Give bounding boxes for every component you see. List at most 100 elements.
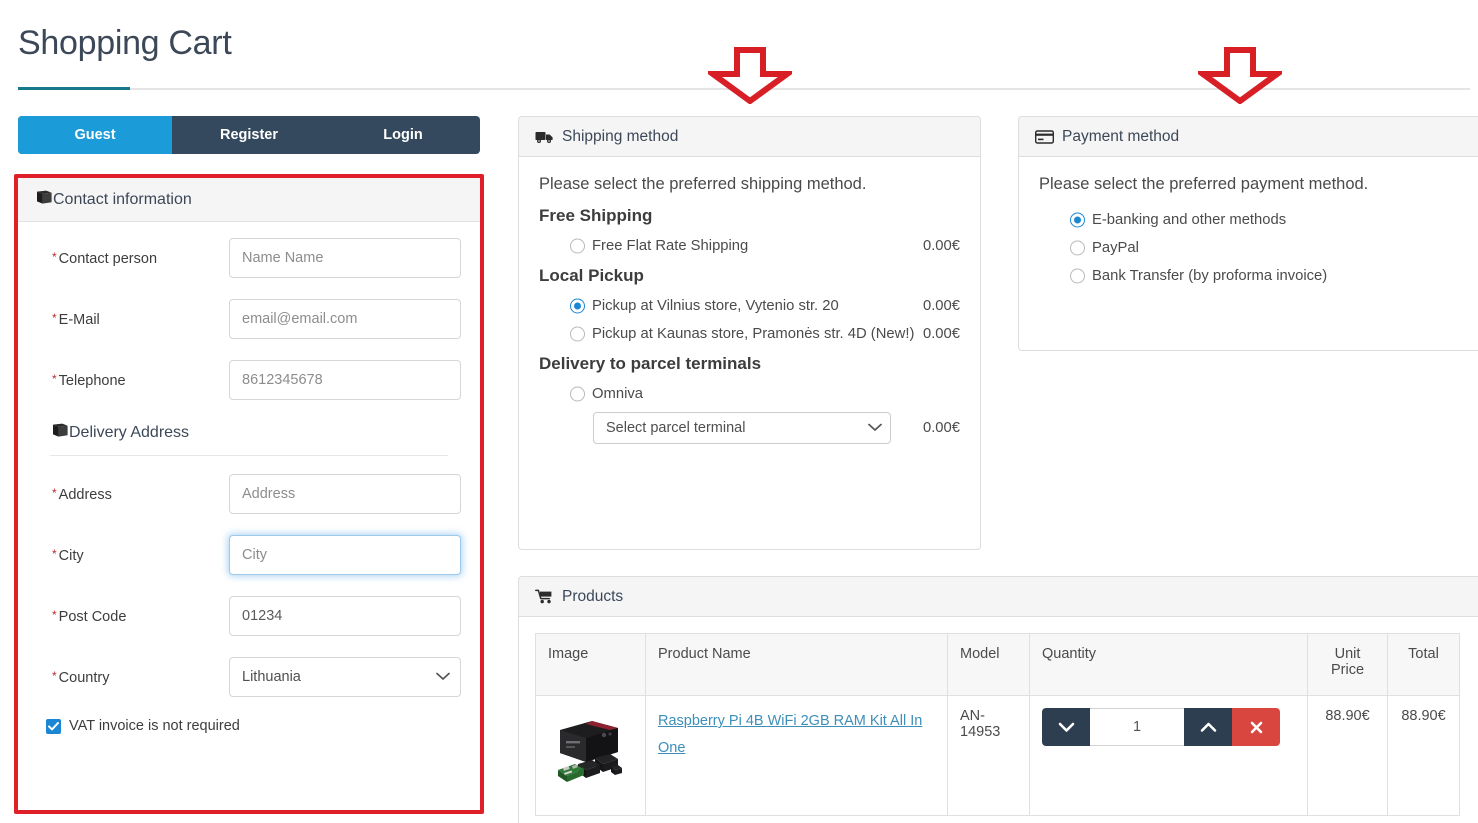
cell-unit-price: 88.90€ <box>1308 696 1388 816</box>
book-icon <box>52 423 69 443</box>
product-thumbnail[interactable] <box>548 708 628 788</box>
telephone-label: *Telephone <box>34 372 229 389</box>
column-header-product-name: Product Name <box>646 634 948 696</box>
radio-icon[interactable] <box>1070 213 1085 228</box>
vat-checkbox[interactable] <box>46 719 61 734</box>
required-marker: * <box>52 608 57 622</box>
contact-person-label: *Contact person <box>34 250 229 267</box>
shopping-cart-page: Shopping Cart Guest Register Login <box>0 0 1478 823</box>
payment-method-title: Payment method <box>1062 128 1179 146</box>
field-row-country: *Country Lithuania <box>34 655 464 699</box>
parcel-terminal-value: Select parcel terminal <box>606 420 745 436</box>
tab-guest-label: Guest <box>74 127 115 143</box>
required-marker: * <box>52 250 57 264</box>
telephone-input[interactable]: 8612345678 <box>229 360 461 400</box>
shipping-option-free-flat-rate[interactable]: Free Flat Rate Shipping 0.00€ <box>537 232 962 260</box>
payment-option-label: PayPal <box>1092 240 1139 256</box>
chevron-down-icon <box>868 420 882 436</box>
truck-icon <box>535 130 554 144</box>
parcel-terminal-row: Select parcel terminal 0.00€ <box>537 412 962 444</box>
cell-product-name: Raspberry Pi 4B WiFi 2GB RAM Kit All In … <box>646 696 948 816</box>
field-row-contact-person: *Contact person Name Name <box>34 236 464 280</box>
parcel-terminal-select[interactable]: Select parcel terminal <box>593 412 891 444</box>
payment-option-bank-transfer[interactable]: Bank Transfer (by proforma invoice) <box>1037 262 1478 290</box>
cell-product-image <box>536 696 646 816</box>
email-input[interactable]: email@email.com <box>229 299 461 339</box>
quantity-increase-button[interactable] <box>1184 708 1232 746</box>
delivery-address-header: Delivery Address <box>34 419 464 443</box>
radio-icon[interactable] <box>1070 241 1085 256</box>
delivery-address-divider <box>50 455 448 456</box>
page-title: Shopping Cart <box>18 22 231 64</box>
tab-guest[interactable]: Guest <box>18 116 172 154</box>
field-row-email: *E-Mail email@email.com <box>34 297 464 341</box>
email-value: email@email.com <box>242 311 357 327</box>
payment-method-body: Please select the preferred payment meth… <box>1019 157 1478 306</box>
address-input[interactable]: Address <box>229 474 461 514</box>
quantity-value[interactable]: 1 <box>1090 708 1184 746</box>
table-row: Raspberry Pi 4B WiFi 2GB RAM Kit All In … <box>536 696 1460 816</box>
column-header-image: Image <box>536 634 646 696</box>
city-input[interactable]: City <box>229 535 461 575</box>
field-row-telephone: *Telephone 8612345678 <box>34 358 464 402</box>
shipping-method-body: Please select the preferred shipping met… <box>519 157 980 460</box>
field-row-address: *Address Address <box>34 472 464 516</box>
required-marker: * <box>52 669 57 683</box>
book-icon <box>36 190 53 210</box>
post-code-input[interactable]: 01234 <box>229 596 461 636</box>
radio-icon[interactable] <box>570 239 585 254</box>
shipping-option-omniva[interactable]: Omniva <box>537 380 962 408</box>
shipping-option-label: Pickup at Vilnius store, Vytenio str. 20 <box>592 298 839 314</box>
shipping-group-title-local-pickup: Local Pickup <box>539 266 962 286</box>
products-title: Products <box>562 588 623 606</box>
radio-icon[interactable] <box>1070 269 1085 284</box>
payment-option-paypal[interactable]: PayPal <box>1037 234 1478 262</box>
city-label: *City <box>34 547 229 564</box>
shipping-group-title-parcel-terminals: Delivery to parcel terminals <box>539 354 962 374</box>
country-value: Lithuania <box>242 669 301 685</box>
column-header-quantity: Quantity <box>1030 634 1308 696</box>
field-row-city: *City City <box>34 533 464 577</box>
radio-icon[interactable] <box>570 327 585 342</box>
address-value: Address <box>242 486 295 502</box>
products-panel: Products Image Product Name Model Quanti… <box>518 576 1478 823</box>
shipping-option-kaunas[interactable]: Pickup at Kaunas store, Pramonės str. 4D… <box>537 320 962 348</box>
cell-model: AN-14953 <box>948 696 1030 816</box>
cell-total: 88.90€ <box>1388 696 1460 816</box>
title-accent-underline <box>18 87 130 90</box>
field-row-post-code: *Post Code 01234 <box>34 594 464 638</box>
table-header-row: Image Product Name Model Quantity Unit P… <box>536 634 1460 696</box>
payment-option-ebanking[interactable]: E-banking and other methods <box>1037 206 1478 234</box>
address-label: *Address <box>34 486 229 503</box>
contact-person-input[interactable]: Name Name <box>229 238 461 278</box>
contact-information-panel-highlight: Contact information *Contact person Name… <box>14 174 484 814</box>
post-code-value: 01234 <box>242 608 282 624</box>
delivery-address-title: Delivery Address <box>69 424 189 442</box>
email-label: *E-Mail <box>34 311 229 328</box>
remove-item-button[interactable] <box>1232 708 1280 746</box>
shipping-method-header: Shipping method <box>519 117 980 157</box>
tab-login-label: Login <box>383 127 422 143</box>
contact-information-body: *Contact person Name Name *E-Mail email@… <box>18 222 480 734</box>
tab-login[interactable]: Login <box>326 116 480 154</box>
credit-card-icon <box>1035 130 1054 144</box>
shipping-option-vilnius[interactable]: Pickup at Vilnius store, Vytenio str. 20… <box>537 292 962 320</box>
city-value: City <box>242 547 267 563</box>
required-marker: * <box>52 372 57 386</box>
radio-icon[interactable] <box>570 299 585 314</box>
radio-icon[interactable] <box>570 387 585 402</box>
payment-method-header: Payment method <box>1019 117 1478 157</box>
cart-icon <box>535 589 554 604</box>
required-marker: * <box>52 486 57 500</box>
column-header-unit-price: Unit Price <box>1308 634 1388 696</box>
vat-invoice-row[interactable]: VAT invoice is not required <box>34 716 464 734</box>
product-name-link[interactable]: Raspberry Pi 4B WiFi 2GB RAM Kit All In … <box>658 713 922 756</box>
tab-register-label: Register <box>220 127 278 143</box>
post-code-label: *Post Code <box>34 608 229 625</box>
payment-lead-text: Please select the preferred payment meth… <box>1039 175 1478 194</box>
column-header-total: Total <box>1388 634 1460 696</box>
quantity-decrease-button[interactable] <box>1042 708 1090 746</box>
tab-register[interactable]: Register <box>172 116 326 154</box>
country-select[interactable]: Lithuania <box>229 657 461 697</box>
shipping-option-label: Free Flat Rate Shipping <box>592 238 748 254</box>
